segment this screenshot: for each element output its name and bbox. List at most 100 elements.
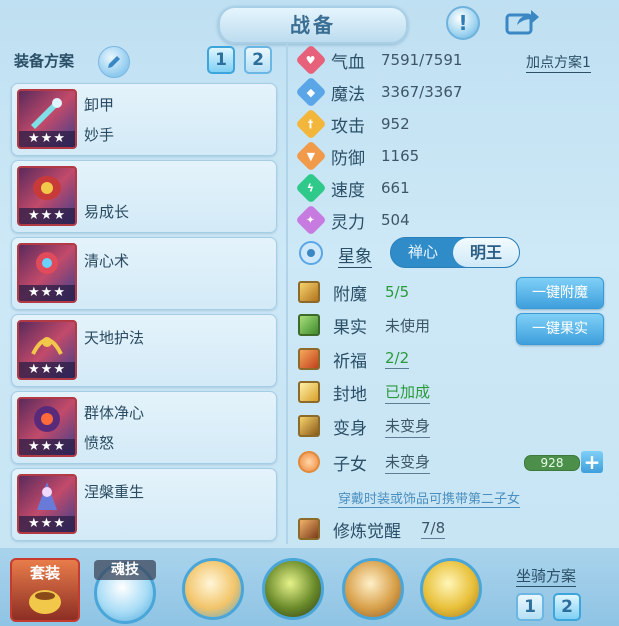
stat-row-spirit: ✦ 灵力 504	[295, 204, 410, 236]
item-row-enchant[interactable]: 附魔 5/5	[296, 278, 409, 306]
cultivation-icon	[298, 518, 320, 540]
constellation-label[interactable]: 星象	[338, 242, 372, 268]
skill-icon: ★★★	[17, 397, 77, 457]
toggle-option-chanxin[interactable]: 禅心	[391, 238, 455, 267]
pet-slot-4[interactable]	[420, 558, 482, 620]
auto-fruit-button[interactable]: 一键果实	[516, 313, 604, 345]
share-icon	[505, 10, 539, 35]
edit-plan-button[interactable]	[98, 46, 130, 78]
stat-name: 速度	[331, 180, 365, 201]
skill-card-6[interactable]: ★★★ 涅槃重生	[11, 468, 277, 541]
stat-name: 魔法	[331, 84, 365, 105]
stat-value: 3367/3367	[381, 83, 463, 101]
mount-plan-tab-1[interactable]: 1	[516, 593, 544, 621]
equipment-plan-tab-2[interactable]: 2	[244, 46, 272, 74]
stat-value: 952	[381, 115, 410, 133]
star-rating: ★★★	[19, 516, 75, 532]
star-rating: ★★★	[19, 362, 75, 378]
star-rating: ★★★	[19, 439, 75, 455]
pet-slot-3[interactable]	[342, 558, 404, 620]
share-button[interactable]	[505, 7, 541, 35]
fruit-icon	[298, 314, 320, 336]
item-name: 子女	[333, 454, 367, 475]
card-title: 群体净心	[84, 404, 145, 422]
sparkle-icon: ✦	[295, 204, 327, 236]
treasure-pot-icon	[29, 590, 61, 614]
panel-divider	[286, 44, 288, 544]
lightning-icon: ϟ	[295, 172, 327, 204]
attribute-plan-link[interactable]: 加点方案1	[526, 52, 591, 73]
item-row-transform[interactable]: 变身 未变身	[296, 412, 431, 440]
item-name: 封地	[333, 384, 367, 405]
stat-value: 504	[381, 211, 410, 229]
exclamation-icon: !	[458, 11, 468, 35]
constellation-icon	[299, 241, 323, 265]
pet-slot-2[interactable]	[262, 558, 324, 620]
item-name: 变身	[333, 418, 367, 439]
item-value: 7/8	[421, 519, 446, 539]
child-icon	[298, 451, 320, 473]
item-name: 果实	[333, 317, 367, 338]
pencil-icon	[108, 56, 120, 68]
stat-name: 防御	[331, 148, 365, 169]
skill-icon: ★★★	[17, 243, 77, 303]
skill-icon: ★★★	[17, 166, 77, 226]
card-title: 卸甲	[84, 96, 115, 114]
skill-card-4[interactable]: ★★★ 天地护法	[11, 314, 277, 387]
stat-row-speed: ϟ 速度 661	[295, 172, 410, 204]
suit-label: 套装	[29, 564, 60, 582]
star-rating: ★★★	[19, 285, 75, 301]
item-value: 已加成	[385, 381, 431, 404]
skill-card-3[interactable]: ★★★ 清心术	[11, 237, 277, 310]
stat-value: 7591/7591	[381, 51, 463, 69]
item-row-fruit[interactable]: 果实 未使用	[296, 311, 430, 339]
skill-icon: ★★★	[17, 89, 77, 149]
star-rating: ★★★	[19, 131, 75, 147]
item-row-fief[interactable]: 封地 已加成	[296, 378, 431, 406]
skill-icon: ★★★	[17, 320, 77, 380]
star-rating: ★★★	[19, 208, 75, 224]
stat-row-defense: ▼ 防御 1165	[295, 140, 419, 172]
heart-icon: ♥	[295, 44, 327, 76]
stat-name: 气血	[331, 52, 365, 73]
fief-icon	[298, 381, 320, 403]
card-subtitle: 妙手	[84, 126, 115, 144]
stat-row-mp: ◆ 魔法 3367/3367	[295, 76, 463, 108]
mount-plan-tab-2[interactable]: 2	[553, 593, 581, 621]
item-row-blessing[interactable]: 祈福 2/2	[296, 345, 410, 373]
add-child-points-button[interactable]: +	[581, 451, 603, 473]
child-points-bar: 928	[524, 455, 580, 471]
item-row-child[interactable]: 子女 未变身	[296, 448, 431, 476]
second-child-hint[interactable]: 穿戴时装或饰品可携带第二子女	[338, 488, 521, 508]
suit-button[interactable]: 套装	[10, 558, 80, 622]
stat-value: 661	[381, 179, 410, 197]
skill-card-5[interactable]: ★★★ 群体净心 愤怒	[11, 391, 277, 464]
enchant-icon	[298, 281, 320, 303]
equipment-plan-label: 装备方案	[14, 52, 75, 70]
item-row-cultivation[interactable]: 修炼觉醒 7/8	[296, 515, 446, 543]
stat-row-hp: ♥ 气血 7591/7591	[295, 44, 463, 76]
stat-row-attack: † 攻击 952	[295, 108, 410, 140]
equipment-plan-tab-1[interactable]: 1	[207, 46, 235, 74]
info-button[interactable]: !	[446, 6, 480, 40]
mount-plan-label: 坐骑方案	[516, 567, 577, 587]
item-name: 修炼觉醒	[333, 521, 401, 542]
card-subtitle: 愤怒	[84, 434, 115, 452]
card-title: 天地护法	[84, 329, 145, 347]
blessing-icon	[298, 348, 320, 370]
toggle-option-mingwang[interactable]: 明王	[453, 238, 519, 267]
item-value: 未变身	[385, 415, 431, 438]
card-title: 清心术	[84, 252, 130, 270]
constellation-toggle[interactable]: 禅心 明王	[390, 237, 520, 268]
stat-name: 攻击	[331, 116, 365, 137]
card-subtitle: 易成长	[84, 203, 130, 221]
item-name: 祈福	[333, 351, 367, 372]
auto-enchant-button[interactable]: 一键附魔	[516, 277, 604, 309]
skill-card-1[interactable]: ★★★ 卸甲 妙手	[11, 83, 277, 156]
stat-name: 灵力	[331, 212, 365, 233]
item-value: 未使用	[385, 316, 431, 335]
armor-icon: ▼	[295, 140, 327, 172]
plus-icon: +	[583, 450, 601, 474]
pet-slot-1[interactable]	[182, 558, 244, 620]
skill-card-2[interactable]: ★★★ 易成长	[11, 160, 277, 233]
